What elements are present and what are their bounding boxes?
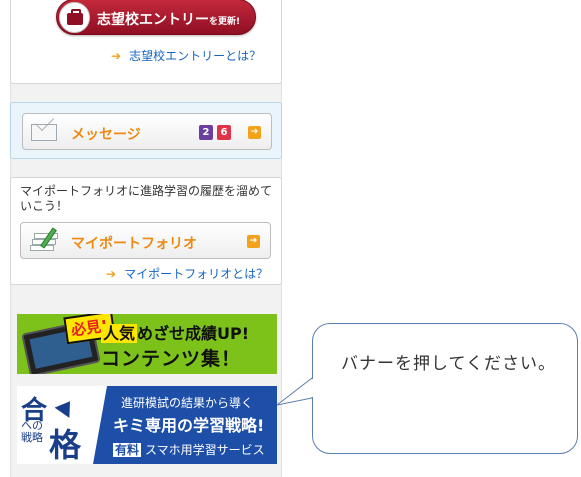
portfolio-button[interactable]: マイポートフォリオ ➔	[20, 222, 271, 259]
portfolio-description: マイポートフォリオに進路学習の履歴を溜めていこう！	[20, 184, 273, 213]
school-entry-help-text: 志望校エントリーとは？	[129, 49, 262, 63]
school-entry-update-button[interactable]: 志望校エントリーを更新!	[56, 0, 256, 35]
portfolio-button-label: マイポートフォリオ	[71, 236, 197, 252]
arrow-right-icon: ➔	[106, 267, 117, 281]
school-entry-button-label: 志望校エントリーを更新!	[97, 9, 240, 29]
notebook-icon	[28, 227, 62, 256]
arrow-up-icon	[54, 396, 78, 418]
school-entry-small-text: を更新!	[209, 17, 241, 27]
portfolio-help-text: マイポートフォリオとは？	[124, 267, 269, 281]
banner-contents-line1: 人気 めざせ成績UP!	[101, 320, 249, 344]
banner-contents-line2: コンテンツ集！	[101, 348, 242, 370]
portfolio-help-link[interactable]: ➔ マイポートフォリオとは？	[106, 265, 268, 282]
message-label: メッセージ	[71, 127, 141, 143]
banner-contents-rest: めざせ成績UP!	[137, 324, 250, 343]
school-entry-main-text: 志望校エントリー	[97, 12, 209, 28]
strategy-line1: 進研模試の結果から導く	[121, 396, 254, 410]
banner-contents-highlight: 人気	[101, 324, 138, 343]
strategy-line3: 有料 スマホ用学習サービス	[113, 441, 265, 458]
school-entry-help-link[interactable]: ➔ 志望校エントリーとは？	[111, 47, 261, 64]
arrow-right-icon: ➔	[111, 49, 122, 63]
unread-count-badge: 2	[199, 125, 213, 140]
message-card: メッセージ 2 6 ➔	[10, 102, 282, 159]
portfolio-card: マイポートフォリオに進路学習の履歴を溜めていこう！ マイポートフォリオ ➔ ➔ マ…	[10, 177, 282, 285]
school-entry-card: 志望校エントリーを更新! ➔ 志望校エントリーとは？	[10, 0, 282, 84]
go-arrow-icon: ➔	[248, 126, 261, 139]
strategy-text-area: 進研模試の結果から導く キミ専用の学習戦略! 有料 スマホ用学習サービス	[93, 386, 277, 464]
logo-side-text: への戦略	[21, 419, 43, 444]
strategy-logo: 合 への戦略 格	[17, 386, 105, 464]
strategy-line3-text: スマホ用学習サービス	[145, 443, 265, 457]
logo-bottom-char: 格	[49, 426, 82, 464]
instruction-callout: バナーを押してください。	[312, 323, 578, 454]
envelope-icon	[31, 124, 57, 141]
popular-contents-banner[interactable]: 必見! 人気 めざせ成績UP! コンテンツ集！	[17, 314, 277, 374]
callout-text: バナーを押してください。	[341, 354, 556, 374]
paid-tag: 有料	[113, 443, 142, 457]
strategy-line2: キミ専用の学習戦略!	[113, 416, 265, 435]
briefcase-icon	[59, 2, 90, 33]
new-count-badge: 6	[217, 125, 231, 140]
message-button[interactable]: メッセージ 2 6 ➔	[22, 113, 272, 150]
study-strategy-banner[interactable]: 合 への戦略 格 進研模試の結果から導く キミ専用の学習戦略! 有料 スマホ用学習…	[17, 386, 277, 464]
go-arrow-icon: ➔	[247, 235, 260, 248]
